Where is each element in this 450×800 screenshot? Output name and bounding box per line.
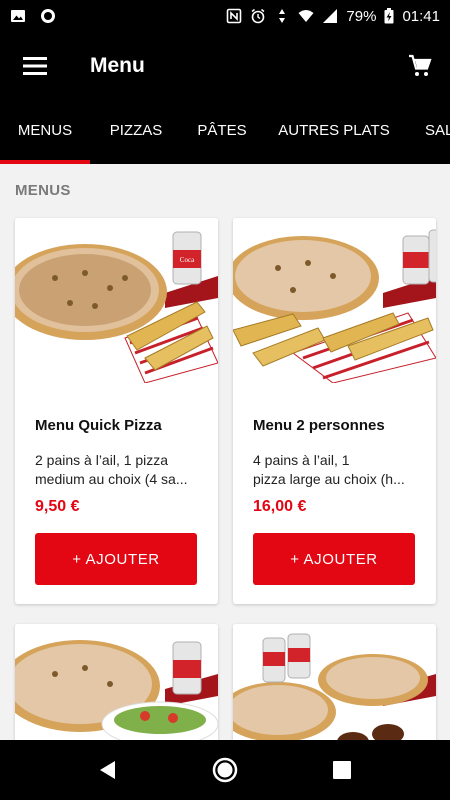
wifi-icon [298,10,314,22]
tab-salades[interactable]: SAL [418,100,450,164]
product-image [15,624,218,740]
signal-icon [323,9,338,23]
section-title: MENUS [15,182,71,199]
cart-icon[interactable] [390,32,450,100]
product-card-menu-quick-pizza[interactable]: Coca Menu Quick Pizza 2 pains à l’ail, 1… [15,218,218,604]
battery-charging-icon [384,8,394,24]
nfc-icon [227,8,242,24]
menu-list[interactable]: MENUS Coca Menu Quick Pizza 2 pains à l’… [0,164,450,740]
product-description: 4 pains à l’ail, 1 pizza large au choix … [253,451,423,489]
product-card[interactable] [15,624,218,740]
page-title: Menu [90,54,145,77]
data-arrows-icon [279,9,286,23]
system-nav-bar [0,740,450,800]
tab-menus[interactable]: MENUS [0,100,90,164]
product-card-menu-2-personnes[interactable]: Menu 2 personnes 4 pains à l’ail, 1 pizz… [233,218,436,604]
status-bar: 79% 01:41 [0,0,450,32]
add-to-cart-button[interactable]: + AJOUTER [253,533,415,585]
battery-percent: 79% [346,7,377,25]
product-description: 2 pains à l’ail, 1 pizza medium au choix… [35,451,205,489]
product-description-line: 4 pains à l’ail, 1 [253,452,350,468]
circle-icon [41,9,55,23]
product-image [233,624,436,740]
svg-text:Coca: Coca [180,256,195,264]
home-icon[interactable] [205,750,245,790]
category-tabs: MENUS PIZZAS PÂTES AUTRES PLATS SAL [0,100,450,164]
product-price: 9,50 € [35,498,80,515]
back-icon[interactable] [88,750,128,790]
product-description-line: medium au choix (4 sa... [35,471,188,487]
product-price: 16,00 € [253,498,307,515]
tab-pizzas[interactable]: PIZZAS [90,100,182,164]
app-bar: Menu [0,32,450,100]
product-name: Menu Quick Pizza [35,417,162,434]
clock: 01:41 [402,7,440,25]
tab-pates[interactable]: PÂTES [182,100,262,164]
product-name: Menu 2 personnes [253,417,385,434]
product-description-line: 2 pains à l’ail, 1 pizza [35,452,169,468]
add-to-cart-button[interactable]: + AJOUTER [35,533,197,585]
alarm-icon [251,8,265,24]
hamburger-icon[interactable] [0,32,70,100]
product-image: Coca [15,218,218,383]
recents-icon[interactable] [322,750,362,790]
product-image [233,218,436,383]
product-description-line: pizza large au choix (h... [253,471,405,487]
tab-autres-plats[interactable]: AUTRES PLATS [264,100,404,164]
image-icon [11,10,25,22]
product-card[interactable] [233,624,436,740]
